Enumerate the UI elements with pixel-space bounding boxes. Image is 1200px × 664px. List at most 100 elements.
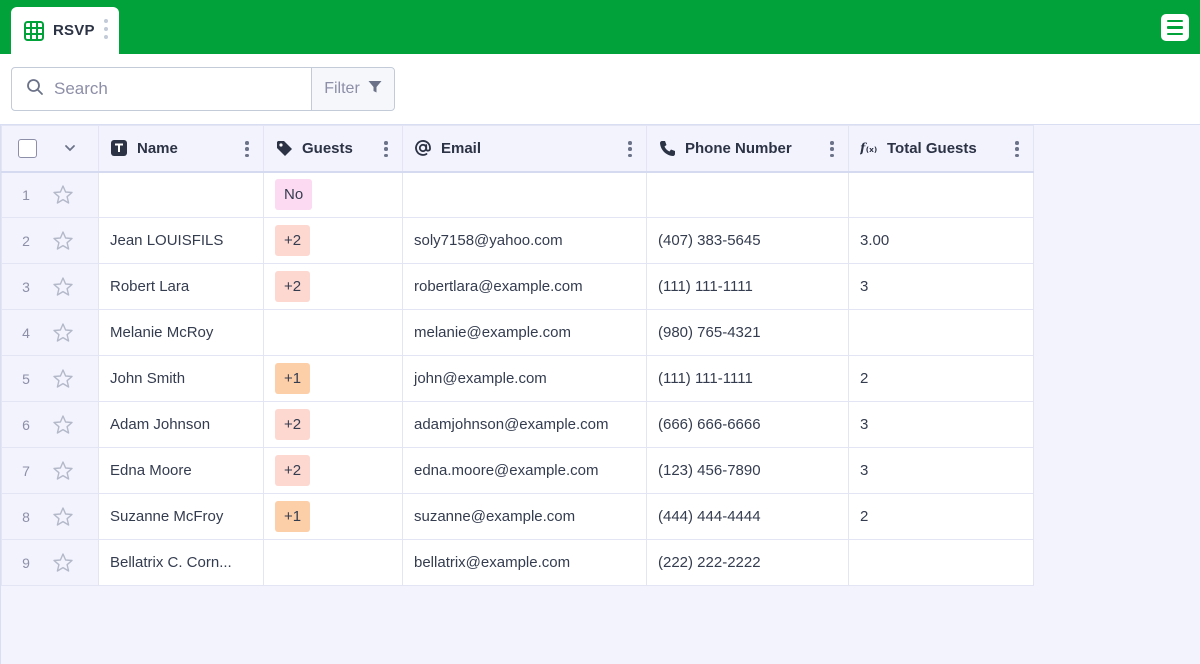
table-row[interactable]: 1 No: [1, 171, 1034, 218]
cell-total-guests[interactable]: 2: [848, 355, 1034, 402]
cell-total-guests[interactable]: 3: [848, 447, 1034, 494]
column-header-name[interactable]: Name: [98, 125, 264, 173]
star-icon[interactable]: [52, 322, 74, 344]
cell-guests[interactable]: +1: [263, 493, 403, 540]
cell-email[interactable]: john@example.com: [402, 355, 647, 402]
chevron-down-icon[interactable]: [63, 141, 77, 155]
cell-total-guests[interactable]: 3: [848, 401, 1034, 448]
row-number: 4: [22, 324, 30, 341]
cell-email[interactable]: edna.moore@example.com: [402, 447, 647, 494]
star-icon[interactable]: [52, 230, 74, 252]
cell-phone[interactable]: (980) 765-4321: [646, 309, 849, 356]
cell-email[interactable]: [402, 171, 647, 218]
star-icon[interactable]: [52, 368, 74, 390]
table-row[interactable]: 2 Jean LOUISFILS +2 soly7158@yahoo.com (407)…: [1, 217, 1034, 264]
cell-email[interactable]: melanie@example.com: [402, 309, 647, 356]
cell-name[interactable]: John Smith: [98, 355, 264, 402]
guest-badge: +1: [275, 363, 311, 394]
cell-name[interactable]: Melanie McRoy: [98, 309, 264, 356]
guest-badge: +1: [275, 501, 311, 532]
cell-name[interactable]: Adam Johnson: [98, 401, 264, 448]
cell-guests[interactable]: No: [263, 171, 403, 218]
column-label: Guests: [302, 139, 353, 157]
cell-phone[interactable]: (444) 444-4444: [646, 493, 849, 540]
cell-guests[interactable]: +2: [263, 447, 403, 494]
guest-badge: +2: [275, 225, 311, 256]
cell-email[interactable]: suzanne@example.com: [402, 493, 647, 540]
column-menu-icon[interactable]: [384, 141, 388, 157]
cell-email[interactable]: soly7158@yahoo.com: [402, 217, 647, 264]
cell-phone[interactable]: (123) 456-7890: [646, 447, 849, 494]
at-sign-icon: [414, 139, 432, 157]
column-header-email[interactable]: Email: [402, 125, 647, 173]
hamburger-menu-icon[interactable]: [1161, 14, 1189, 41]
search-box: [12, 68, 312, 110]
table-row[interactable]: 7 Edna Moore +2 edna.moore@example.com (123)…: [1, 447, 1034, 494]
cell-total-guests[interactable]: [848, 539, 1034, 586]
row-number: 2: [22, 232, 30, 249]
star-icon[interactable]: [52, 552, 74, 574]
cell-guests[interactable]: +2: [263, 263, 403, 310]
star-icon[interactable]: [52, 276, 74, 298]
cell-email[interactable]: robertlara@example.com: [402, 263, 647, 310]
column-header-guests[interactable]: Guests: [263, 125, 403, 173]
select-all-header: [1, 125, 99, 173]
table-row[interactable]: 6 Adam Johnson +2 adamjohnson@example.com (6…: [1, 401, 1034, 448]
filter-funnel-icon: [368, 80, 382, 99]
row-controls: 3: [1, 263, 99, 310]
cell-total-guests[interactable]: [848, 171, 1034, 218]
cell-name[interactable]: Robert Lara: [98, 263, 264, 310]
row-controls: 1: [1, 171, 99, 218]
cell-guests[interactable]: [263, 539, 403, 586]
cell-guests[interactable]: [263, 309, 403, 356]
table-row[interactable]: 5 John Smith +1 john@example.com (111) 111-1…: [1, 355, 1034, 402]
tab-rsvp[interactable]: RSVP: [11, 7, 119, 54]
star-icon[interactable]: [52, 506, 74, 528]
column-menu-icon[interactable]: [628, 141, 632, 157]
cell-phone[interactable]: (407) 383-5645: [646, 217, 849, 264]
filter-button[interactable]: Filter: [312, 68, 394, 110]
cell-guests[interactable]: +2: [263, 217, 403, 264]
cell-guests[interactable]: +1: [263, 355, 403, 402]
table-row[interactable]: 8 Suzanne McFroy +1 suzanne@example.com (444…: [1, 493, 1034, 540]
column-menu-icon[interactable]: [830, 141, 834, 157]
cell-total-guests[interactable]: [848, 309, 1034, 356]
formula-icon: f (x): [860, 139, 878, 157]
table-row[interactable]: 9 Bellatrix C. Corn... bellatrix@example.c…: [1, 539, 1034, 586]
star-icon[interactable]: [52, 460, 74, 482]
cell-phone[interactable]: [646, 171, 849, 218]
table-row[interactable]: 4 Melanie McRoy melanie@example.com (980) 7…: [1, 309, 1034, 356]
svg-text:(x): (x): [866, 145, 877, 154]
star-icon[interactable]: [52, 184, 74, 206]
cell-name[interactable]: Edna Moore: [98, 447, 264, 494]
column-header-phone[interactable]: Phone Number: [646, 125, 849, 173]
search-input[interactable]: [54, 79, 294, 99]
cell-phone[interactable]: (111) 111-1111: [646, 355, 849, 402]
row-controls: 9: [1, 539, 99, 586]
cell-name[interactable]: Bellatrix C. Corn...: [98, 539, 264, 586]
column-menu-icon[interactable]: [245, 141, 249, 157]
column-label: Total Guests: [887, 139, 977, 157]
column-menu-icon[interactable]: [1015, 141, 1019, 157]
cell-email[interactable]: bellatrix@example.com: [402, 539, 647, 586]
column-label: Name: [137, 139, 178, 157]
tab-options-icon[interactable]: [102, 18, 110, 40]
cell-name[interactable]: Jean LOUISFILS: [98, 217, 264, 264]
cell-email[interactable]: adamjohnson@example.com: [402, 401, 647, 448]
row-number: 5: [22, 370, 30, 387]
star-icon[interactable]: [52, 414, 74, 436]
cell-total-guests[interactable]: 3: [848, 263, 1034, 310]
guest-badge: +2: [275, 455, 311, 486]
search-filter-bar: Filter: [11, 67, 395, 111]
cell-guests[interactable]: +2: [263, 401, 403, 448]
column-header-total-guests[interactable]: f (x) Total Guests: [848, 125, 1034, 173]
cell-name[interactable]: Suzanne McFroy: [98, 493, 264, 540]
select-all-checkbox[interactable]: [18, 138, 37, 158]
cell-total-guests[interactable]: 2: [848, 493, 1034, 540]
cell-phone[interactable]: (111) 111-1111: [646, 263, 849, 310]
cell-total-guests[interactable]: 3.00: [848, 217, 1034, 264]
cell-phone[interactable]: (666) 666-6666: [646, 401, 849, 448]
cell-phone[interactable]: (222) 222-2222: [646, 539, 849, 586]
table-row[interactable]: 3 Robert Lara +2 robertlara@example.com (111…: [1, 263, 1034, 310]
cell-name[interactable]: [98, 171, 264, 218]
